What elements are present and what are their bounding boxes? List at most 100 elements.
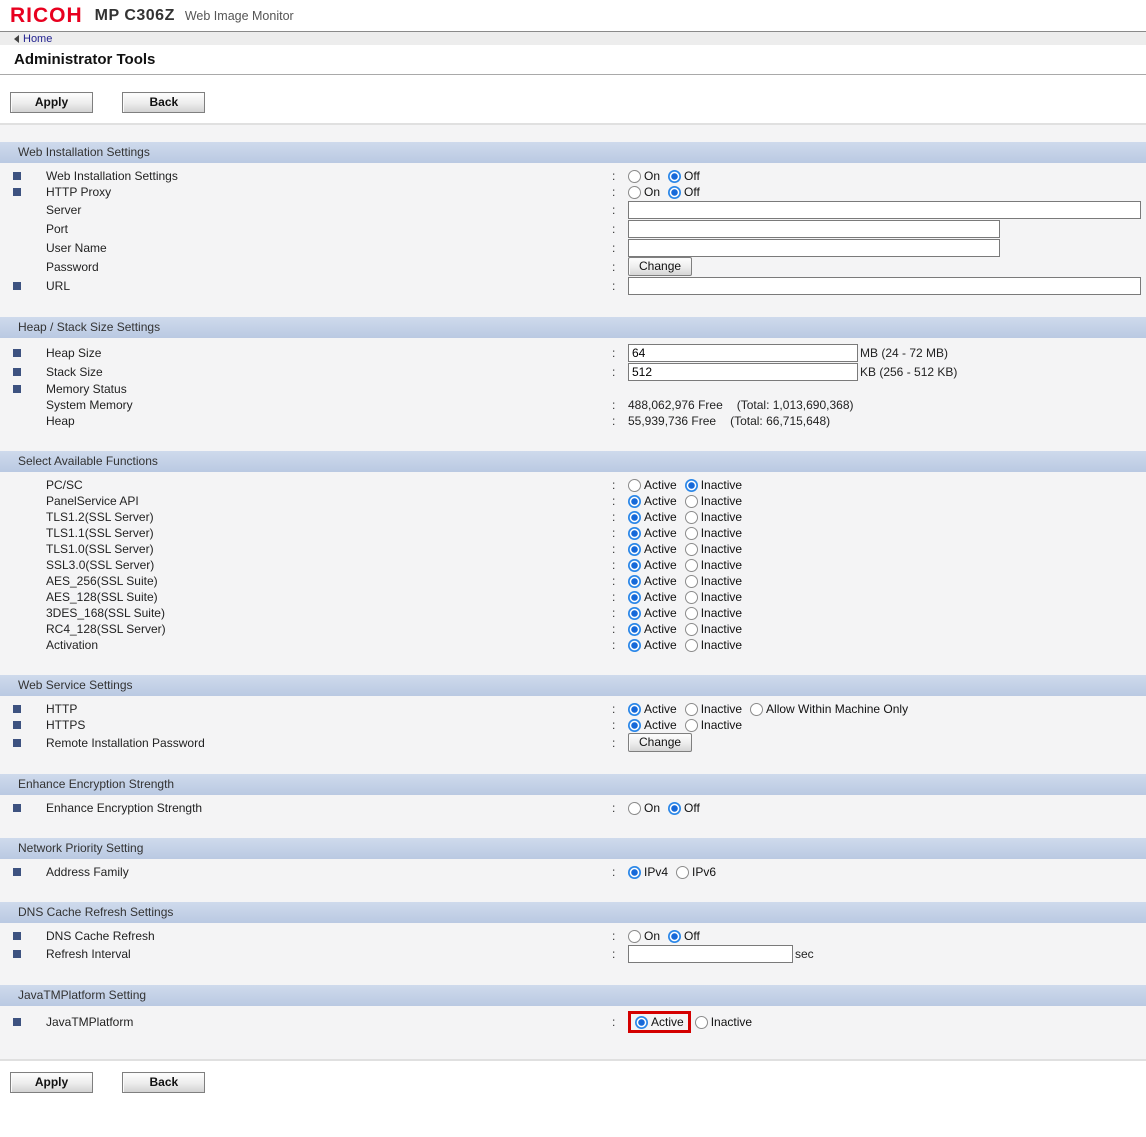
apply-button-top[interactable]: Apply [10,92,93,113]
proxy-port-input[interactable] [628,220,1000,238]
radio-icon[interactable] [635,1016,648,1029]
radio-icon[interactable] [695,1016,708,1029]
radio-icon[interactable] [685,639,698,652]
radio-icon[interactable] [685,591,698,604]
radio-icon[interactable] [628,607,641,620]
radio-icon[interactable] [628,802,641,815]
radio-icon[interactable] [628,866,641,879]
radio-icon[interactable] [628,719,641,732]
remote-install-password-change-button[interactable]: Change [628,733,692,752]
section-network-priority: Network Priority Setting Address Family … [0,838,1146,880]
tls12-active-radio[interactable]: Active [628,510,677,524]
section-header-java-platform: JavaTMPlatform Setting [0,985,1146,1006]
tls12-inactive-radio[interactable]: Inactive [685,510,742,524]
ssl30-inactive-radio[interactable]: Inactive [685,558,742,572]
pcsc-active-radio[interactable]: Active [628,478,677,492]
panelservice-active-radio[interactable]: Active [628,494,677,508]
radio-icon[interactable] [685,623,698,636]
3des168-inactive-radio[interactable]: Inactive [685,606,742,620]
radio-icon[interactable] [685,575,698,588]
radio-icon[interactable] [628,559,641,572]
aes128-inactive-radio[interactable]: Inactive [685,590,742,604]
https-active-radio[interactable]: Active [628,718,677,732]
url-input[interactable] [628,277,1141,295]
radio-icon[interactable] [676,866,689,879]
web-install-on-radio[interactable]: On [628,169,660,183]
apply-button-bottom[interactable]: Apply [10,1072,93,1093]
radio-label: On [644,169,660,183]
pcsc-inactive-radio[interactable]: Inactive [685,478,742,492]
radio-icon[interactable] [628,511,641,524]
enhance-encryption-off-radio[interactable]: Off [668,801,700,815]
radio-icon[interactable] [685,559,698,572]
row-label: User Name [46,241,107,255]
radio-icon[interactable] [628,639,641,652]
refresh-interval-input[interactable] [628,945,793,963]
heap-size-input[interactable] [628,344,858,362]
back-button-top[interactable]: Back [122,92,205,113]
radio-icon[interactable] [685,607,698,620]
radio-icon[interactable] [685,719,698,732]
dns-refresh-off-radio[interactable]: Off [668,929,700,943]
web-install-off-radio[interactable]: Off [668,169,700,183]
https-inactive-radio[interactable]: Inactive [685,718,742,732]
radio-icon[interactable] [668,930,681,943]
row-remote-installation-password: Remote Installation Password : Change [0,733,1146,752]
radio-icon[interactable] [685,703,698,716]
stack-size-input[interactable] [628,363,858,381]
dns-refresh-on-radio[interactable]: On [628,929,660,943]
radio-icon[interactable] [685,527,698,540]
colon: : [612,510,628,524]
radio-icon[interactable] [628,495,641,508]
radio-icon[interactable] [668,170,681,183]
http-allow-within-machine-radio[interactable]: Allow Within Machine Only [750,702,908,716]
proxy-server-input[interactable] [628,201,1141,219]
radio-icon[interactable] [628,527,641,540]
radio-icon[interactable] [668,802,681,815]
radio-icon[interactable] [628,543,641,556]
home-link[interactable]: Home [14,33,52,45]
radio-icon[interactable] [668,186,681,199]
radio-icon[interactable] [628,591,641,604]
tls10-inactive-radio[interactable]: Inactive [685,542,742,556]
radio-icon[interactable] [685,479,698,492]
java-platform-active-radio[interactable]: Active [635,1015,684,1029]
ipv4-radio[interactable]: IPv4 [628,865,668,879]
radio-icon[interactable] [628,479,641,492]
activation-inactive-radio[interactable]: Inactive [685,638,742,652]
enhance-encryption-on-radio[interactable]: On [628,801,660,815]
aes256-inactive-radio[interactable]: Inactive [685,574,742,588]
panelservice-inactive-radio[interactable]: Inactive [685,494,742,508]
tls11-active-radio[interactable]: Active [628,526,677,540]
radio-icon[interactable] [685,511,698,524]
radio-icon[interactable] [628,170,641,183]
tls11-inactive-radio[interactable]: Inactive [685,526,742,540]
aes256-active-radio[interactable]: Active [628,574,677,588]
radio-icon[interactable] [628,186,641,199]
rc4128-active-radio[interactable]: Active [628,622,677,636]
radio-icon[interactable] [628,930,641,943]
row-function-ssl30: SSL3.0(SSL Server) : Active Inactive [0,557,1146,573]
aes128-active-radio[interactable]: Active [628,590,677,604]
password-change-button[interactable]: Change [628,257,692,276]
ssl30-active-radio[interactable]: Active [628,558,677,572]
rc4128-inactive-radio[interactable]: Inactive [685,622,742,636]
activation-active-radio[interactable]: Active [628,638,677,652]
http-proxy-off-radio[interactable]: Off [668,185,700,199]
radio-icon[interactable] [685,495,698,508]
3des168-active-radio[interactable]: Active [628,606,677,620]
http-proxy-on-radio[interactable]: On [628,185,660,199]
radio-icon[interactable] [685,543,698,556]
tls10-active-radio[interactable]: Active [628,542,677,556]
radio-icon[interactable] [628,703,641,716]
back-button-bottom[interactable]: Back [122,1072,205,1093]
http-active-radio[interactable]: Active [628,702,677,716]
proxy-user-name-input[interactable] [628,239,1000,257]
radio-icon[interactable] [628,623,641,636]
ipv6-radio[interactable]: IPv6 [676,865,716,879]
java-platform-inactive-radio[interactable]: Inactive [695,1015,752,1029]
colon: : [612,865,628,879]
radio-icon[interactable] [628,575,641,588]
radio-icon[interactable] [750,703,763,716]
http-inactive-radio[interactable]: Inactive [685,702,742,716]
